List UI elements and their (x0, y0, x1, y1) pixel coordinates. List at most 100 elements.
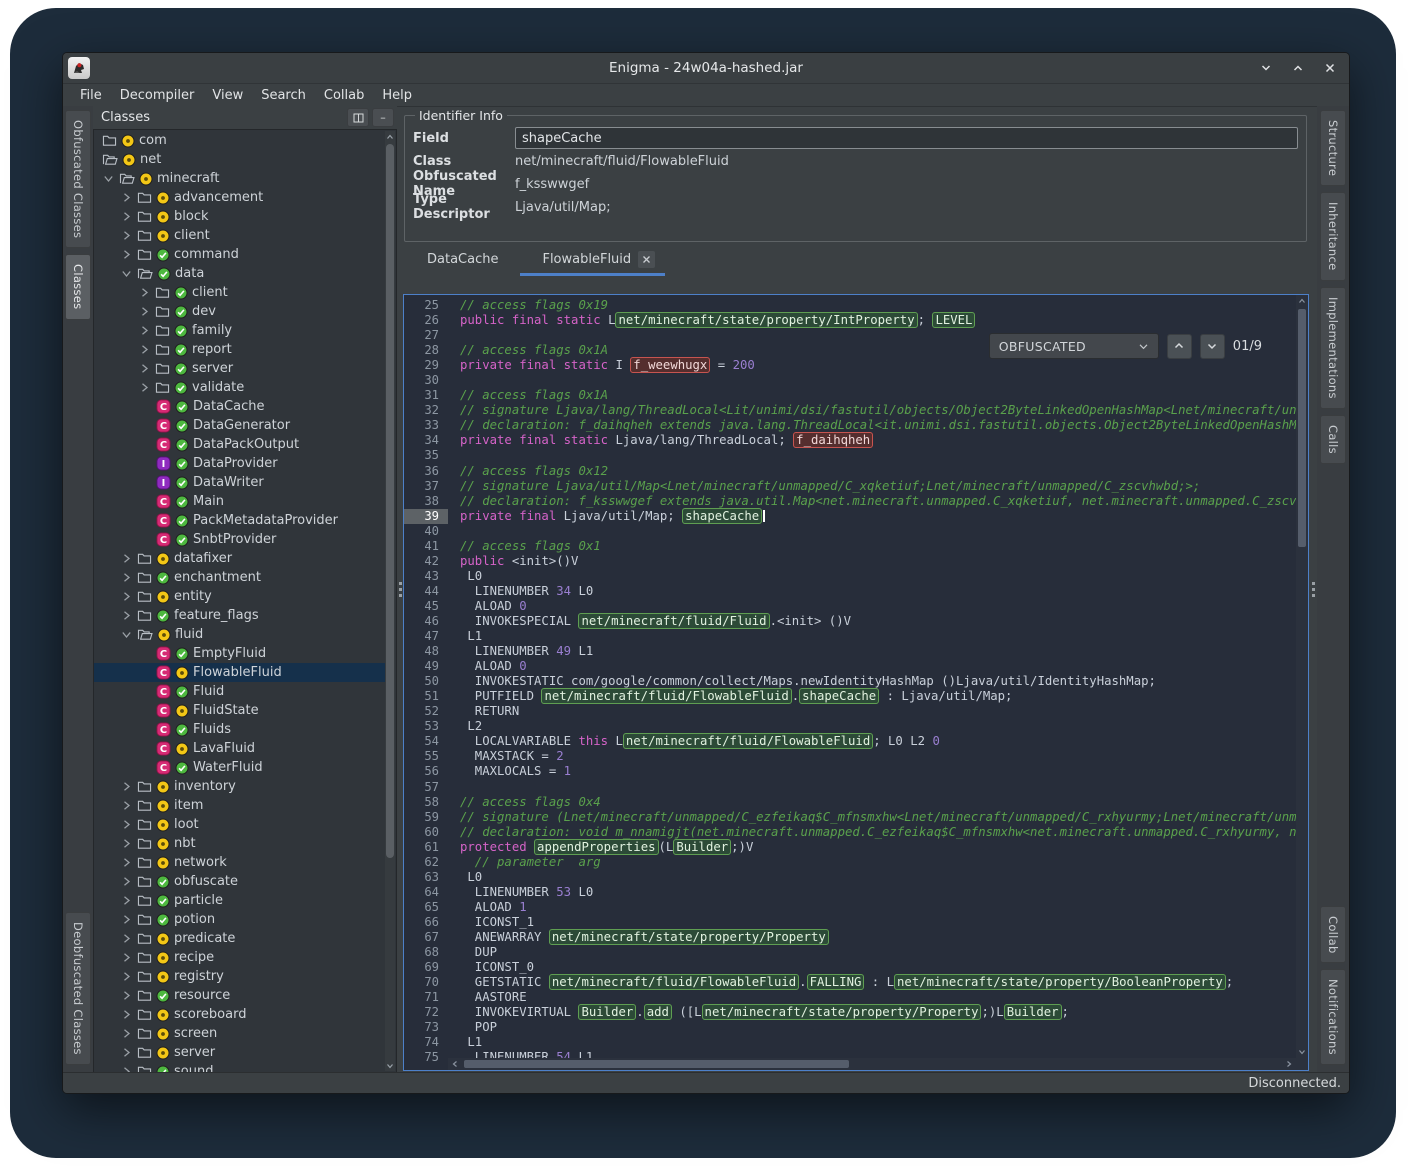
editor-vscrollbar-thumb[interactable] (1298, 309, 1306, 547)
dock-tab-implementations[interactable]: Implementations (1320, 287, 1346, 409)
deobfuscated-token[interactable]: net/minecraft/state/property/Property (549, 929, 829, 945)
tree-item-com[interactable]: com (94, 131, 385, 150)
obfuscated-token[interactable]: f_daihqheh (793, 432, 873, 448)
deobfuscated-token[interactable]: net/minecraft/state/property/IntProperty (615, 312, 917, 328)
collapse-panel-button[interactable]: – (372, 108, 394, 127)
bytecode-editor[interactable]: 2526272829303132333435363738394041424344… (403, 294, 1309, 1071)
tree-item-datapackoutput[interactable]: CDataPackOutput (94, 435, 385, 454)
tree-item-block[interactable]: block (94, 207, 385, 226)
dock-tab-collab[interactable]: Collab (1320, 906, 1346, 964)
tree-item-server[interactable]: server (94, 359, 385, 378)
tree-item-client[interactable]: client (94, 226, 385, 245)
tree-item-predicate[interactable]: predicate (94, 929, 385, 948)
deobfuscated-token[interactable]: net/minecraft/state/property/BooleanProp… (894, 974, 1226, 990)
scroll-left-icon[interactable] (448, 1058, 462, 1070)
tree-item-particle[interactable]: particle (94, 891, 385, 910)
dock-tab-classes[interactable]: Classes (65, 254, 91, 319)
tree-item-fluids[interactable]: CFluids (94, 720, 385, 739)
tree-item-scoreboard[interactable]: scoreboard (94, 1005, 385, 1024)
tree-item-data[interactable]: data (94, 264, 385, 283)
tree-item-enchantment[interactable]: enchantment (94, 568, 385, 587)
deobfuscated-token[interactable]: net/minecraft/fluid/FlowableFluid (623, 733, 873, 749)
titlebar[interactable]: Enigma - 24w04a-hashed.jar (63, 53, 1349, 84)
tree-item-lavafluid[interactable]: CLavaFluid (94, 739, 385, 758)
editor-vscrollbar[interactable] (1296, 295, 1308, 1058)
editor-hscrollbar[interactable] (448, 1058, 1296, 1070)
tree-item-validate[interactable]: validate (94, 378, 385, 397)
dock-tab-structure[interactable]: Structure (1320, 110, 1346, 186)
menu-search[interactable]: Search (252, 86, 315, 105)
tree-item-sound[interactable]: sound (94, 1062, 385, 1072)
tree-item-flowablefluid[interactable]: CFlowableFluid (94, 663, 385, 682)
menu-decompiler[interactable]: Decompiler (111, 86, 204, 105)
tree-item-datafixer[interactable]: datafixer (94, 549, 385, 568)
tree-item-advancement[interactable]: advancement (94, 188, 385, 207)
tree-item-main[interactable]: CMain (94, 492, 385, 511)
dock-tab-deobfuscated-classes[interactable]: Deobfuscated Classes (65, 912, 91, 1065)
deobfuscated-token[interactable]: appendProperties (534, 839, 658, 855)
scroll-down-icon[interactable] (385, 1060, 395, 1071)
deobfuscated-token[interactable]: Builder (1004, 1004, 1062, 1020)
tree-item-obfuscate[interactable]: obfuscate (94, 872, 385, 891)
tree-item-feature_flags[interactable]: feature_flags (94, 606, 385, 625)
deobfuscated-token[interactable]: add (644, 1004, 672, 1020)
deobfuscated-token[interactable]: net/minecraft/fluid/FlowableFluid (549, 974, 799, 990)
dock-tab-notifications[interactable]: Notifications (1320, 969, 1346, 1065)
tree-item-screen[interactable]: screen (94, 1024, 385, 1043)
close-icon[interactable] (1321, 59, 1339, 77)
tree-item-dataprovider[interactable]: IDataProvider (94, 454, 385, 473)
tree-item-inventory[interactable]: inventory (94, 777, 385, 796)
minimize-icon[interactable] (1257, 59, 1275, 77)
tree-item-emptyfluid[interactable]: CEmptyFluid (94, 644, 385, 663)
deobfuscated-token[interactable]: Builder (578, 1004, 636, 1020)
scroll-up-icon[interactable] (385, 131, 395, 142)
tree-item-net[interactable]: net (94, 150, 385, 169)
previous-token-button[interactable] (1167, 334, 1192, 359)
tree-item-datawriter[interactable]: IDataWriter (94, 473, 385, 492)
tree-item-packmetadataprovider[interactable]: CPackMetadataProvider (94, 511, 385, 530)
tree-item-recipe[interactable]: recipe (94, 948, 385, 967)
menu-collab[interactable]: Collab (315, 86, 373, 105)
tree-item-fluidstate[interactable]: CFluidState (94, 701, 385, 720)
tree-item-resource[interactable]: resource (94, 986, 385, 1005)
token-type-dropdown[interactable]: OBFUSCATED (989, 333, 1159, 359)
deobfuscated-token[interactable]: shapeCache (799, 688, 879, 704)
dock-tab-obfuscated-classes[interactable]: Obfuscated Classes (65, 110, 91, 248)
tree-item-minecraft[interactable]: minecraft (94, 169, 385, 188)
right-dock-splitter[interactable] (1311, 106, 1316, 1073)
split-view-button[interactable] (347, 108, 369, 127)
tree-item-nbt[interactable]: nbt (94, 834, 385, 853)
tree-item-datacache[interactable]: CDataCache (94, 397, 385, 416)
deobfuscated-token[interactable]: shapeCache (682, 508, 762, 524)
scroll-down-icon[interactable] (1296, 1046, 1308, 1058)
tree-item-loot[interactable]: loot (94, 815, 385, 834)
tree-item-waterfluid[interactable]: CWaterFluid (94, 758, 385, 777)
tree-item-fluid[interactable]: CFluid (94, 682, 385, 701)
tree-item-command[interactable]: command (94, 245, 385, 264)
dock-tab-calls[interactable]: Calls (1320, 415, 1346, 464)
tree-item-registry[interactable]: registry (94, 967, 385, 986)
tree-item-entity[interactable]: entity (94, 587, 385, 606)
tree-item-datagenerator[interactable]: CDataGenerator (94, 416, 385, 435)
scroll-up-icon[interactable] (1296, 295, 1308, 307)
menu-help[interactable]: Help (373, 86, 421, 105)
editor-hscrollbar-thumb[interactable] (464, 1060, 849, 1068)
deobfuscated-token[interactable]: Builder (673, 839, 731, 855)
tree-scrollbar-thumb[interactable] (386, 144, 394, 858)
deobfuscated-token[interactable]: net/minecraft/fluid/FlowableFluid (541, 688, 791, 704)
editor-tab-datacache[interactable]: DataCache (405, 246, 520, 276)
tree-item-server[interactable]: server (94, 1043, 385, 1062)
deobfuscated-token[interactable]: FALLING (807, 974, 865, 990)
maximize-icon[interactable] (1289, 59, 1307, 77)
tree-item-snbtprovider[interactable]: CSnbtProvider (94, 530, 385, 549)
next-token-button[interactable] (1200, 334, 1225, 359)
tree-item-client[interactable]: client (94, 283, 385, 302)
tree-item-dev[interactable]: dev (94, 302, 385, 321)
scroll-right-icon[interactable] (1282, 1058, 1296, 1070)
tree-scrollbar[interactable] (385, 131, 395, 1071)
code-area[interactable]: // access flags 0x19public final static … (448, 295, 1296, 1068)
tab-close-icon[interactable] (638, 251, 655, 268)
menu-file[interactable]: File (71, 86, 111, 105)
obfuscated-token[interactable]: f_weewhugx (630, 357, 710, 373)
deobfuscated-token[interactable]: LEVEL (932, 312, 975, 328)
